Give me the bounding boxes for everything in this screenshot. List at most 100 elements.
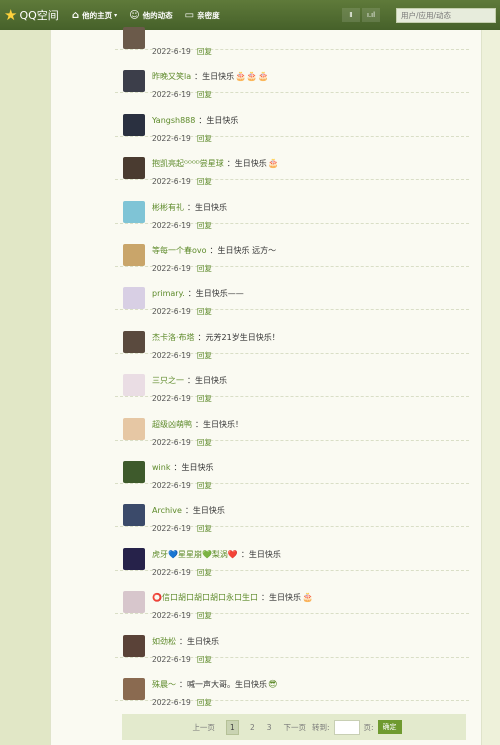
cake-emoji-icon: 🎂 [301, 592, 314, 603]
avatar[interactable] [123, 27, 145, 49]
comment-line: 虎牙💙星星崩💚梨涡❤️ ：生日快乐 [152, 549, 281, 560]
avatar[interactable] [123, 287, 145, 310]
commenter-name[interactable]: 等每一个春ovo [152, 246, 207, 255]
qzone-logo[interactable]: ★ QQ空间 [0, 7, 72, 23]
avatar[interactable] [123, 417, 145, 440]
commenter-name[interactable]: 如劲松 [152, 637, 176, 646]
nav-his-homepage[interactable]: ⌂ 他的主页 ▾ [72, 10, 117, 21]
prev-page-link[interactable]: 上一页 [192, 722, 215, 733]
commenter-name[interactable]: 抱凯亮起ᴳᴼᴼᴰ尝星球 [152, 159, 224, 168]
comment-text: ：生日快乐 远方～ [209, 246, 277, 255]
comment-text: ：生日快乐—— [187, 289, 244, 299]
commenter-name[interactable]: primary. [152, 289, 185, 298]
comment-item: 等每一个春ovo ：生日快乐 远方～ 2022-6-19 回复 [115, 224, 469, 273]
comment-text: ：生日快乐！ [195, 419, 243, 429]
comment-line: primary. ：生日快乐—— [152, 288, 244, 299]
comment-text: ：生日快乐 [187, 202, 227, 212]
left-sidebar [0, 30, 50, 745]
commenter-name[interactable]: 彬彬有礼 [152, 203, 184, 212]
comment-item: 昨晚又笑la ：生日快乐🎂🎂🎂 2022-6-19 回复 [115, 50, 469, 99]
comment-text: ：生日快乐 [179, 636, 219, 646]
comment-text: ：生日快乐 [194, 72, 235, 82]
home-icon: ⌂ [72, 9, 80, 21]
reply-link[interactable]: 回复 [197, 698, 212, 707]
comment-item: 三只之一 ：生日快乐 2022-6-19 回复 [115, 354, 469, 403]
comment-text: ：生日快乐 [240, 549, 281, 559]
commenter-name[interactable]: 虎牙💙星星崩💚梨涡❤️ [152, 550, 238, 559]
goto-page-input[interactable] [333, 719, 360, 735]
comment-line: 昨晚又笑la ：生日快乐🎂🎂🎂 [152, 71, 269, 82]
comment-line: wink ：生日快乐 [152, 462, 213, 473]
page-2-link[interactable]: 2 [250, 723, 255, 732]
star-logo-icon: ★ [4, 5, 18, 24]
confirm-button[interactable]: 确定 [377, 720, 402, 734]
commenter-name[interactable]: Archive [152, 506, 182, 515]
avatar[interactable] [123, 461, 145, 483]
avatar[interactable] [123, 591, 145, 614]
comment-line: Archive ：生日快乐 [152, 505, 225, 516]
avatar[interactable] [123, 70, 145, 93]
avatar[interactable] [123, 634, 145, 657]
next-page-link[interactable]: 下一页 [284, 722, 307, 733]
comment-item: primary. ：生日快乐—— 2022-6-19 回复 [115, 267, 469, 316]
commenter-name[interactable]: wink [152, 463, 170, 472]
comment-item: 2022-6-19 回复 [115, 7, 469, 56]
page-3-link[interactable]: 3 [267, 723, 272, 732]
comment-line: 三只之一 ：生日快乐 [152, 375, 227, 386]
nav-label: 他的主页 [82, 10, 113, 20]
comment-item: 彬彬有礼 ：生日快乐 2022-6-19 回复 [115, 181, 469, 230]
avatar[interactable] [123, 200, 145, 223]
comment-item: wink ：生日快乐 2022-6-19 回复 [115, 441, 469, 490]
avatar[interactable] [123, 157, 145, 180]
pagination: 上一页 1 2 3 下一页 转到: 页: 确定 [122, 714, 466, 740]
comment-item: 殊晨～ ：喊一声大哥。生日快乐😎 2022-6-19 回复 [115, 658, 469, 707]
comment-date: 2022-6-19 [152, 698, 191, 707]
cake-emoji-icon: 😎 [268, 679, 278, 690]
comment-meta: 2022-6-19 回复 [152, 697, 212, 708]
comment-item: 抱凯亮起ᴳᴼᴼᴰ尝星球 ：生日快乐🎂 2022-6-19 回复 [115, 137, 469, 186]
comment-text: ：生日快乐 [226, 159, 267, 169]
comment-item: ⭕信口胡口胡口胡口永口生口 ：生日快乐🎂 2022-6-19 回复 [115, 571, 469, 620]
comment-item: Yangsh888 ：生日快乐 2022-6-19 回复 [115, 94, 469, 143]
commenter-name[interactable]: 超级凶萌鸭 [152, 420, 192, 429]
page-1-current[interactable]: 1 [225, 719, 239, 735]
commenter-name[interactable]: 殊晨～ [152, 680, 176, 689]
comment-line: 杰卡洛·布塔 ：元芳21岁生日快乐！ [152, 332, 280, 343]
comment-line: 抱凯亮起ᴳᴼᴼᴰ尝星球 ：生日快乐🎂 [152, 158, 279, 169]
comment-item: 如劲松 ：生日快乐 2022-6-19 回复 [115, 615, 469, 664]
comment-line: ⭕信口胡口胡口胡口永口生口 ：生日快乐🎂 [152, 592, 313, 603]
comment-item: Archive ：生日快乐 2022-6-19 回复 [115, 484, 469, 533]
avatar[interactable] [123, 547, 145, 570]
commenter-name[interactable]: 杰卡洛·布塔 [152, 333, 195, 342]
avatar[interactable] [123, 374, 145, 397]
avatar[interactable] [123, 504, 145, 527]
comment-text: ：喊一声大哥。生日快乐 [179, 680, 267, 689]
commenter-name[interactable]: Yangsh888 [152, 116, 195, 125]
comment-line: 殊晨～ ：喊一声大哥。生日快乐😎 [152, 679, 277, 690]
comment-line: 如劲松 ：生日快乐 [152, 636, 219, 647]
comment-text: ：生日快乐 [173, 463, 214, 472]
avatar[interactable] [123, 330, 145, 353]
comment-text: ：生日快乐 [187, 376, 227, 386]
avatar[interactable] [123, 113, 145, 136]
comment-text: ：元芳21岁生日快乐！ [197, 332, 280, 342]
page-unit-label: 页: [363, 722, 374, 732]
comment-line: 彬彬有礼 ：生日快乐 [152, 202, 227, 213]
avatar[interactable] [123, 678, 145, 700]
comment-item: 超级凶萌鸭 ：生日快乐！ 2022-6-19 回复 [115, 398, 469, 447]
commenter-name[interactable]: 昨晚又笑la [152, 72, 191, 81]
commenter-name[interactable]: 三只之一 [152, 376, 184, 385]
goto-label: 转到: [312, 722, 330, 732]
cake-emoji-icon: 🎂🎂🎂 [235, 71, 269, 82]
comment-line: Yangsh888 ：生日快乐 [152, 115, 238, 126]
comment-item: 虎牙💙星星崩💚梨涡❤️ ：生日快乐 2022-6-19 回复 [115, 528, 469, 577]
comment-text: ：生日快乐 [184, 506, 225, 516]
avatar[interactable] [123, 244, 145, 266]
comment-line [152, 28, 155, 37]
comment-item: 杰卡洛·布塔 ：元芳21岁生日快乐！ 2022-6-19 回复 [115, 311, 469, 360]
cake-emoji-icon: 🎂 [267, 158, 279, 169]
comment-line: 等每一个春ovo ：生日快乐 远方～ [152, 245, 276, 256]
right-sidebar [482, 30, 500, 745]
logo-text: QQ空间 [19, 9, 59, 22]
commenter-name[interactable]: ⭕信口胡口胡口胡口永口生口 [152, 593, 258, 602]
